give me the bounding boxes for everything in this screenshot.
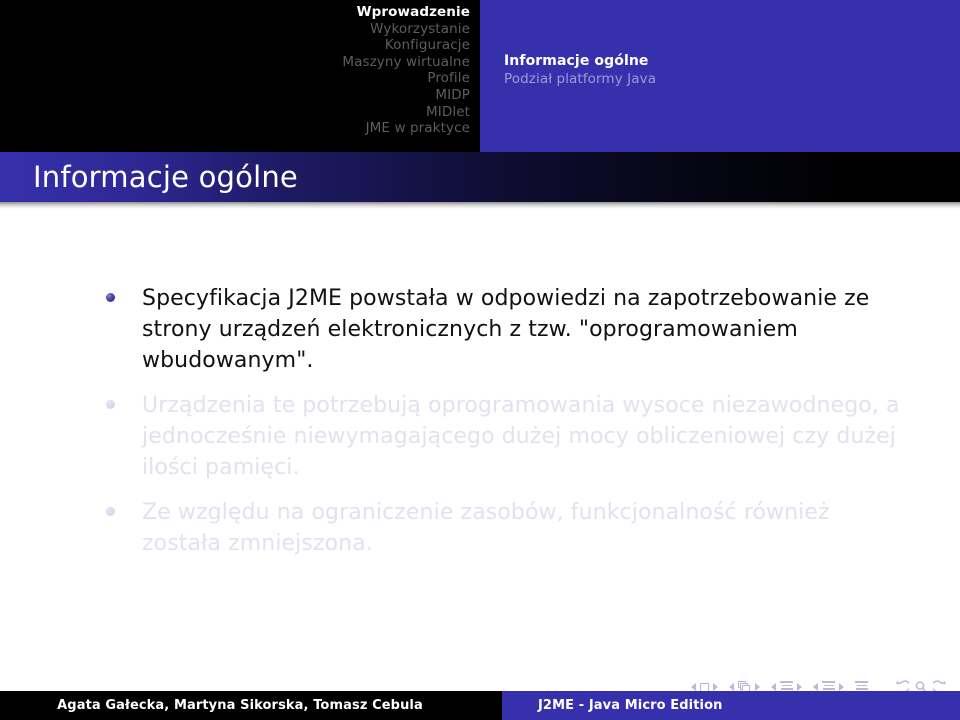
sidebar-item-profile[interactable]: Profile xyxy=(342,70,470,87)
previous-subsection-icon[interactable] xyxy=(771,683,776,691)
sidebar-item-wprowadzenie[interactable]: Wprowadzenie xyxy=(342,4,470,21)
sidebar-item-midp[interactable]: MIDP xyxy=(342,87,470,104)
bullet-dot-icon xyxy=(106,507,115,516)
slide-body: Specyfikacja J2ME powstała w odpowiedzi … xyxy=(0,211,960,651)
bullet-list: Specyfikacja J2ME powstała w odpowiedzi … xyxy=(100,283,900,573)
frame-title-bar: Informacje ogólne xyxy=(0,152,960,202)
list-item: Specyfikacja J2ME powstała w odpowiedzi … xyxy=(100,283,900,376)
previous-section-icon[interactable] xyxy=(813,683,818,691)
previous-slide-icon[interactable] xyxy=(691,683,696,691)
slide-header: Wprowadzenie Wykorzystanie Konfiguracje … xyxy=(0,0,960,152)
sidebar-item-midlet[interactable]: MIDlet xyxy=(342,104,470,121)
subsection-title[interactable]: Informacje ogólne xyxy=(504,52,656,70)
footer-title: J2ME - Java Micro Edition xyxy=(480,691,960,720)
previous-frame-icon[interactable] xyxy=(729,683,734,691)
footer-authors: Agata Gałecka, Martyna Sikorska, Tomasz … xyxy=(0,691,480,720)
bullet-dot-icon xyxy=(106,400,115,409)
bullet-dot-icon xyxy=(106,293,115,302)
sidebar-item-wykorzystanie[interactable]: Wykorzystanie xyxy=(342,21,470,38)
next-slide-icon[interactable] xyxy=(713,683,718,691)
next-frame-icon[interactable] xyxy=(755,683,760,691)
header-subsection-panel: Informacje ogólne Podział platformy Java xyxy=(480,0,960,152)
section-navigation-list: Wprowadzenie Wykorzystanie Konfiguracje … xyxy=(342,4,470,137)
next-section-icon[interactable] xyxy=(839,683,844,691)
list-item: Ze względu na ograniczenie zasobów, funk… xyxy=(100,497,900,559)
footer-authors-text: Agata Gałecka, Martyna Sikorska, Tomasz … xyxy=(57,698,423,713)
subsection-breadcrumb: Informacje ogólne Podział platformy Java xyxy=(504,52,656,88)
slide-root: Wprowadzenie Wykorzystanie Konfiguracje … xyxy=(0,0,960,720)
next-subsection-icon[interactable] xyxy=(797,683,802,691)
sidebar-item-konfiguracje[interactable]: Konfiguracje xyxy=(342,37,470,54)
sidebar-item-jme-w-praktyce[interactable]: JME w praktyce xyxy=(342,120,470,137)
sidebar-item-maszyny-wirtualne[interactable]: Maszyny wirtualne xyxy=(342,54,470,71)
slide-footer: Agata Gałecka, Martyna Sikorska, Tomasz … xyxy=(0,691,960,720)
list-item-text: Urządzenia te potrzebują oprogramowania … xyxy=(142,393,900,480)
list-item-text: Ze względu na ograniczenie zasobów, funk… xyxy=(142,500,830,556)
footer-title-text: J2ME - Java Micro Edition xyxy=(538,698,723,713)
list-item: Urządzenia te potrzebują oprogramowania … xyxy=(100,390,900,483)
header-navigation-panel: Wprowadzenie Wykorzystanie Konfiguracje … xyxy=(0,0,480,152)
title-bar-shadow xyxy=(0,202,960,211)
page-title: Informacje ogólne xyxy=(33,160,298,194)
list-item-text: Specyfikacja J2ME powstała w odpowiedzi … xyxy=(142,286,870,373)
subsection-subtitle[interactable]: Podział platformy Java xyxy=(504,70,656,88)
